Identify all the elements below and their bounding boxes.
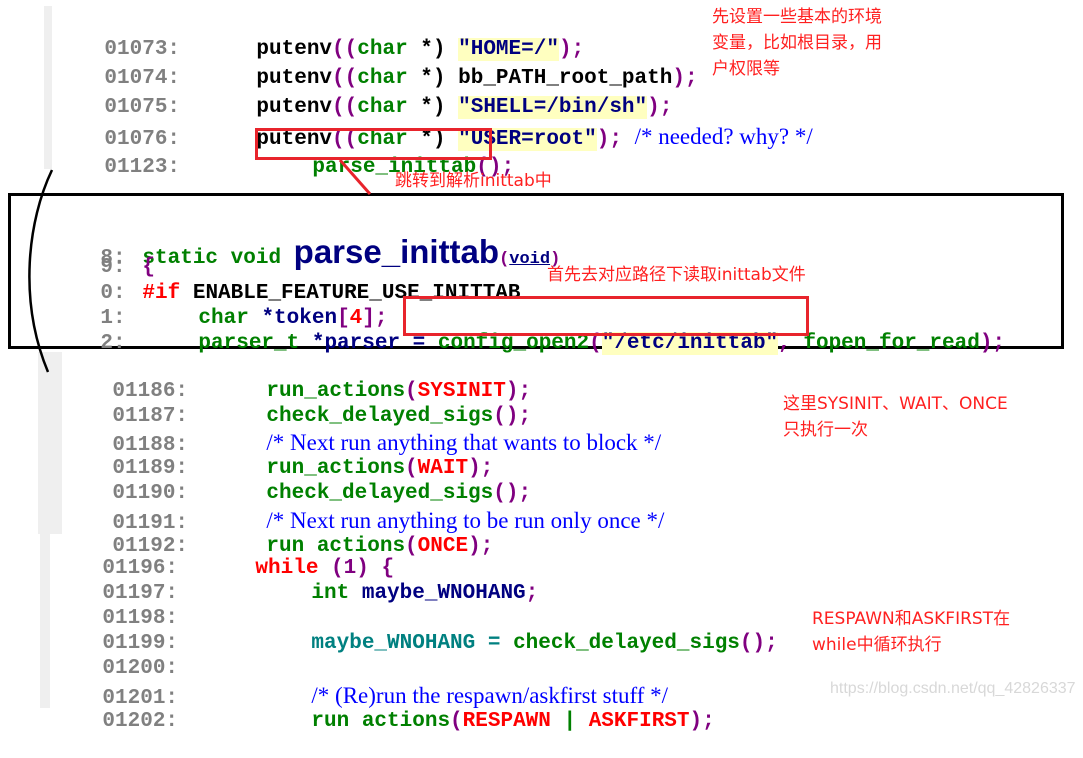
punctuation: (: [450, 710, 463, 733]
connector-arrow-line: [338, 159, 372, 195]
punctuation: ): [689, 710, 703, 733]
semicolon: ;: [702, 710, 715, 733]
bracket-curve: [28, 169, 54, 373]
connector-overlay: [28, 159, 372, 373]
constant: RESPAWN: [462, 710, 551, 733]
constant: ASKFIRST: [588, 710, 690, 733]
line-number: 01202:: [102, 710, 179, 733]
function-call: run actions: [311, 710, 451, 733]
operator: |: [550, 710, 589, 733]
